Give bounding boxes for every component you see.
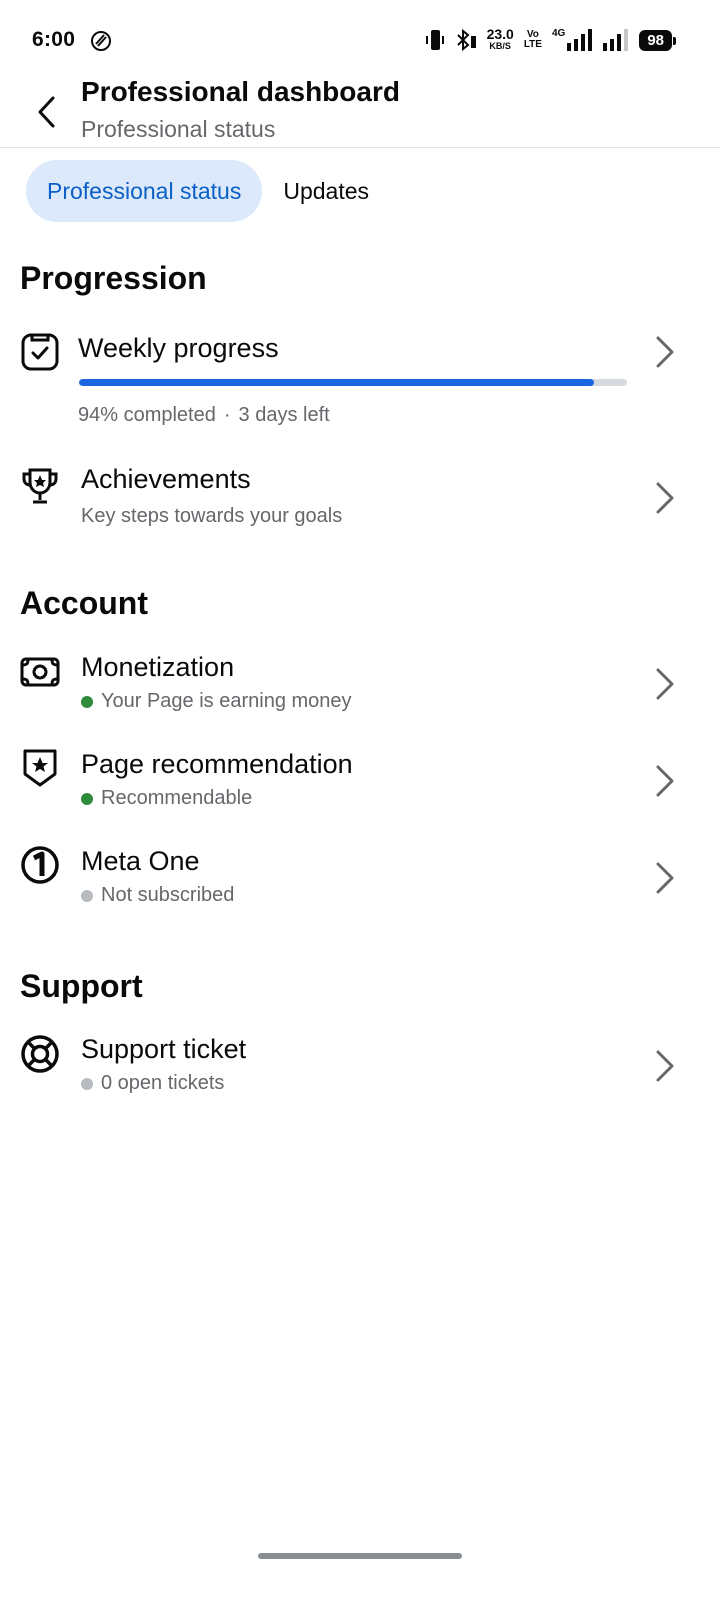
app-header: Professional dashboard Professional stat… [0, 72, 720, 148]
back-button[interactable] [24, 90, 68, 134]
section-title-progression: Progression [20, 260, 207, 296]
status-dot-green [81, 792, 93, 805]
support-ticket-status: 0 open tickets [81, 1072, 224, 1095]
chevron-right-icon [656, 862, 674, 894]
meta-one-title: Meta One [81, 846, 200, 876]
achievements-title: Achievements [81, 464, 251, 494]
meta-one-status: Not subscribed [81, 884, 234, 907]
signal-1: 4G [552, 29, 593, 51]
achievements-subtitle: Key steps towards your goals [81, 505, 343, 527]
chevron-right-icon [656, 336, 674, 368]
signal-bars-icon [567, 29, 593, 51]
weekly-progress-fill [79, 379, 595, 386]
tab-professional-status[interactable]: Professional status [26, 160, 263, 222]
weekly-progress-meta: 94% completed · 3 days left [78, 404, 330, 427]
weekly-progress-title: Weekly progress [78, 333, 279, 363]
monetization-status-text: Your Page is earning money [101, 690, 352, 712]
status-time: 6:00 [32, 28, 76, 51]
weekly-progress-days-left: 3 days left [238, 404, 330, 426]
monetization-status: Your Page is earning money [81, 690, 352, 713]
money-icon [20, 657, 60, 687]
network-speed-unit: KB/S [489, 41, 511, 51]
status-dot-gray [81, 1077, 93, 1090]
weekly-progress-row[interactable]: Weekly progress 94% completed · 3 days l… [0, 328, 720, 438]
monetization-title: Monetization [81, 652, 235, 682]
weekly-progress-percent: 94% completed [78, 404, 216, 426]
meta-one-row[interactable]: Meta One Not subscribed [0, 842, 720, 922]
status-icons: 23.0 KB/S Vo LTE 4G 98 [425, 26, 676, 54]
bluetooth-icon [456, 28, 476, 52]
chevron-right-icon [656, 765, 674, 797]
back-arrow-icon [38, 96, 55, 128]
page-title: Professional dashboard [81, 76, 400, 107]
page-recommendation-title: Page recommendation [81, 749, 353, 779]
weekly-progress-icon [21, 333, 59, 371]
shield-star-icon [23, 749, 57, 787]
monetization-row[interactable]: Monetization Your Page is earning money [0, 648, 720, 728]
app-notification-icon [91, 31, 111, 51]
support-ticket-title: Support ticket [81, 1034, 247, 1064]
home-indicator[interactable] [258, 1553, 462, 1559]
signal-bars-2-icon [603, 29, 629, 51]
page-recommendation-row[interactable]: Page recommendation Recommendable [0, 745, 720, 825]
tab-updates[interactable]: Updates [262, 160, 390, 222]
page-subtitle: Professional status [81, 116, 276, 142]
status-bar: 6:00 23.0 KB/S Vo LTE 4G 98 [0, 0, 720, 80]
status-dot-gray [81, 889, 93, 902]
status-dot-green [81, 695, 93, 708]
meta-separator: · [223, 404, 231, 426]
network-type: 4G [551, 28, 566, 39]
support-ticket-status-text: 0 open tickets [101, 1072, 225, 1094]
chevron-right-icon [656, 668, 674, 700]
chevron-right-icon [656, 482, 674, 514]
section-title-support: Support [20, 968, 143, 1004]
page-recommendation-status: Recommendable [81, 787, 252, 810]
meta-one-icon [21, 846, 59, 884]
page-recommendation-status-text: Recommendable [101, 787, 253, 809]
network-speed: 23.0 KB/S [487, 27, 514, 52]
support-ticket-row[interactable]: Support ticket 0 open tickets [0, 1030, 720, 1110]
volte-indicator: Vo LTE [524, 30, 542, 50]
tab-bar: Professional status Updates [26, 160, 390, 222]
battery-indicator: 98 [639, 29, 676, 51]
lifebuoy-icon [21, 1035, 59, 1073]
weekly-progress-bar [79, 379, 627, 386]
section-title-account: Account [20, 585, 148, 621]
vibrate-icon [425, 30, 444, 50]
volte-bottom: LTE [523, 39, 542, 50]
achievements-row[interactable]: Achievements Key steps towards your goal… [0, 460, 720, 540]
chevron-right-icon [656, 1050, 674, 1082]
meta-one-status-text: Not subscribed [101, 884, 235, 906]
trophy-icon [22, 468, 58, 504]
